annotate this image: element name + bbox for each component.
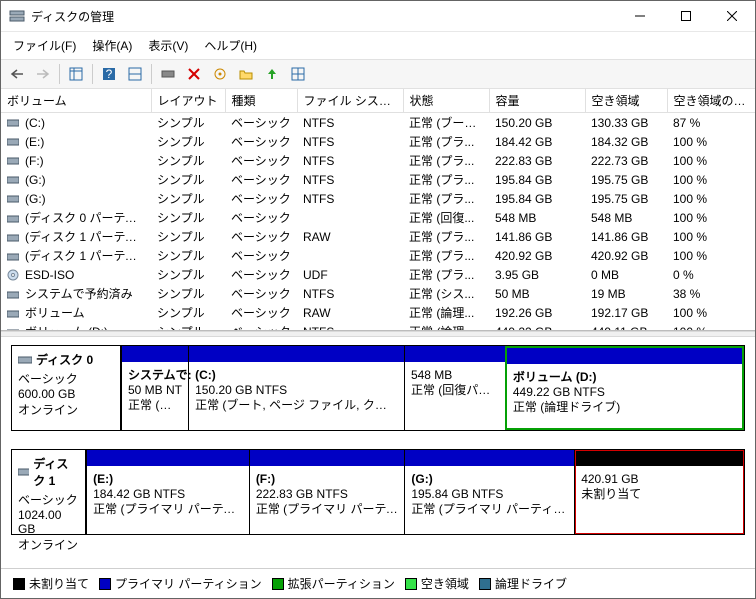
table-row[interactable]: ボリューム (D:)シンプルベーシックNTFS正常 (論理...449.22 G… (1, 322, 755, 331)
menu-file[interactable]: ファイル(F) (5, 34, 84, 57)
disk-row-1: ディスク 1 ベーシック 1024.00 GB オンライン (E:)184.42… (11, 449, 745, 535)
disk-label-0[interactable]: ディスク 0 ベーシック 600.00 GB オンライン (11, 345, 121, 431)
help-icon[interactable]: ? (97, 62, 121, 86)
col-header[interactable]: 種類 (225, 89, 297, 113)
view-list-icon[interactable] (64, 62, 88, 86)
disk-label-1[interactable]: ディスク 1 ベーシック 1024.00 GB オンライン (11, 449, 86, 535)
disk-status: オンライン (18, 536, 79, 553)
forward-button[interactable] (31, 62, 55, 86)
titlebar: ディスクの管理 (1, 1, 755, 31)
volume-table[interactable]: ボリュームレイアウト種類ファイル システム状態容量空き領域空き領域の割... (… (1, 89, 755, 331)
legend: 未割り当て プライマリ パーティション 拡張パーティション 空き領域 論理ドライ… (1, 568, 755, 598)
settings-icon[interactable] (123, 62, 147, 86)
separator (151, 64, 152, 84)
volume-icon (7, 194, 21, 204)
table-row[interactable]: システムで予約済みシンプルベーシックNTFS正常 (シス...50 MB19 M… (1, 284, 755, 303)
disk-partitions-1: (E:)184.42 GB NTFS正常 (プライマリ パーティション)(F:)… (86, 449, 745, 535)
minimize-button[interactable] (617, 1, 663, 31)
volume-icon (7, 118, 21, 128)
partition[interactable]: (E:)184.42 GB NTFS正常 (プライマリ パーティション) (86, 450, 249, 534)
table-row[interactable]: (E:)シンプルベーシックNTFS正常 (プラ...184.42 GB184.3… (1, 132, 755, 151)
disk-partitions-0: システムで:50 MB NT正常 (シス(C:)150.20 GB NTFS正常… (121, 345, 745, 431)
legend-free: 空き領域 (405, 575, 469, 592)
volume-icon (7, 233, 21, 243)
folder-icon[interactable] (234, 62, 258, 86)
refresh-icon[interactable] (156, 62, 180, 86)
table-row[interactable]: (C:)シンプルベーシックNTFS正常 (ブート...150.20 GB130.… (1, 113, 755, 133)
col-header[interactable]: 状態 (403, 89, 489, 113)
properties-icon[interactable] (208, 62, 232, 86)
toolbar: ? (1, 59, 755, 89)
disk-icon (18, 355, 32, 365)
col-header[interactable]: ファイル システム (297, 89, 403, 113)
disk-size: 600.00 GB (18, 387, 114, 401)
table-row[interactable]: (G:)シンプルベーシックNTFS正常 (プラ...195.84 GB195.7… (1, 189, 755, 208)
menu-help[interactable]: ヘルプ(H) (196, 34, 265, 57)
separator (59, 64, 60, 84)
disk-row-0: ディスク 0 ベーシック 600.00 GB オンライン システムで:50 MB… (11, 345, 745, 431)
disk-graphical-area: ディスク 0 ベーシック 600.00 GB オンライン システムで:50 MB… (1, 337, 755, 568)
disk-icon (18, 467, 29, 477)
disk-status: オンライン (18, 401, 114, 418)
disk-name: ディスク 0 (36, 351, 93, 368)
disk-name: ディスク 1 (33, 455, 79, 489)
col-header[interactable]: レイアウト (151, 89, 225, 113)
partition[interactable]: (G:)195.84 GB NTFS正常 (プライマリ パーティション) (404, 450, 574, 534)
table-row[interactable]: ESD-ISOシンプルベーシックUDF正常 (プラ...3.95 GB0 MB0… (1, 265, 755, 284)
disk-size: 1024.00 GB (18, 508, 79, 536)
volume-icon (7, 252, 21, 262)
volume-icon (7, 137, 21, 147)
legend-logical: 論理ドライブ (479, 575, 567, 592)
table-row[interactable]: ボリュームシンプルベーシックRAW正常 (論理...192.26 GB192.1… (1, 303, 755, 322)
disk-type: ベーシック (18, 491, 79, 508)
maximize-button[interactable] (663, 1, 709, 31)
volume-icon (7, 214, 21, 224)
partition[interactable]: (F:)222.83 GB NTFS正常 (プライマリ パーティション) (249, 450, 405, 534)
partition[interactable]: システムで:50 MB NT正常 (シス (121, 346, 188, 430)
volume-icon (7, 290, 21, 300)
disk-type: ベーシック (18, 370, 114, 387)
legend-primary: プライマリ パーティション (99, 575, 262, 592)
volume-icon (7, 309, 21, 319)
partition[interactable]: ボリューム (D:)449.22 GB NTFS正常 (論理ドライブ) (505, 346, 744, 430)
col-header[interactable]: ボリューム (1, 89, 151, 113)
volume-icon (7, 175, 21, 185)
table-row[interactable]: (ディスク 1 パーティシ...シンプルベーシック正常 (プラ...420.92… (1, 246, 755, 265)
menubar: ファイル(F) 操作(A) 表示(V) ヘルプ(H) (1, 31, 755, 59)
menu-view[interactable]: 表示(V) (140, 34, 196, 57)
col-header[interactable]: 空き領域 (585, 89, 667, 113)
menu-action[interactable]: 操作(A) (84, 34, 140, 57)
table-row[interactable]: (ディスク 0 パーティシ...シンプルベーシック正常 (回復...548 MB… (1, 208, 755, 227)
window-title: ディスクの管理 (31, 8, 617, 25)
app-icon (9, 8, 25, 24)
volume-icon (7, 156, 21, 166)
col-header[interactable]: 容量 (489, 89, 585, 113)
close-button[interactable] (709, 1, 755, 31)
partition[interactable]: 548 MB正常 (回復パーティ: (404, 346, 505, 430)
grid-icon[interactable] (286, 62, 310, 86)
partition[interactable]: (C:)150.20 GB NTFS正常 (ブート, ページ ファイル, クラッ… (188, 346, 404, 430)
separator (92, 64, 93, 84)
back-button[interactable] (5, 62, 29, 86)
table-row[interactable]: (G:)シンプルベーシックNTFS正常 (プラ...195.84 GB195.7… (1, 170, 755, 189)
svg-text:?: ? (106, 67, 113, 81)
delete-icon[interactable] (182, 62, 206, 86)
legend-unallocated: 未割り当て (13, 575, 89, 592)
col-header[interactable]: 空き領域の割... (667, 89, 755, 113)
volume-icon (7, 269, 21, 281)
legend-extended: 拡張パーティション (272, 575, 395, 592)
arrow-up-icon[interactable] (260, 62, 284, 86)
table-row[interactable]: (ディスク 1 パーティシ...シンプルベーシックRAW正常 (プラ...141… (1, 227, 755, 246)
volume-table-area: ボリュームレイアウト種類ファイル システム状態容量空き領域空き領域の割... (… (1, 89, 755, 331)
partition[interactable]: 420.91 GB未割り当て (574, 450, 744, 534)
table-row[interactable]: (F:)シンプルベーシックNTFS正常 (プラ...222.83 GB222.7… (1, 151, 755, 170)
